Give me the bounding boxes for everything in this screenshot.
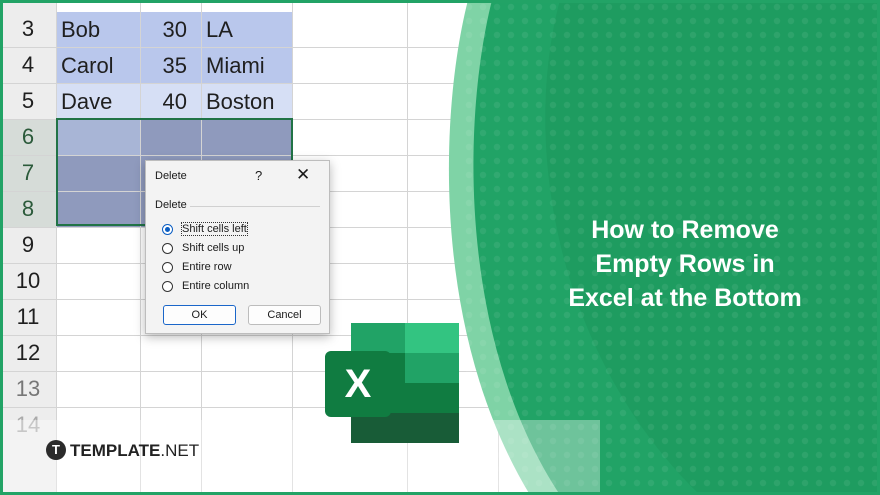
help-icon[interactable]: ?	[255, 168, 262, 183]
cell-name[interactable]: Bob	[57, 12, 140, 47]
excel-letter: X	[345, 362, 372, 406]
brand-suffix: .NET	[160, 441, 200, 460]
row-header-12[interactable]: 12	[0, 335, 56, 371]
row-header-7[interactable]: 7	[0, 155, 56, 191]
row-header-6[interactable]: 6	[0, 119, 56, 155]
cell-age[interactable]: 30	[141, 12, 201, 47]
group-label: Delete	[155, 199, 187, 211]
gridline	[56, 0, 57, 495]
template-logo-icon	[46, 440, 66, 460]
gridline	[0, 83, 620, 84]
row-header-13[interactable]: 13	[0, 371, 56, 407]
radio-selected-icon[interactable]	[162, 224, 173, 235]
radio-icon[interactable]	[162, 262, 173, 273]
brand-text: TEMPLATE.NET	[70, 441, 199, 461]
close-icon[interactable]: ✕	[296, 165, 310, 185]
ok-button[interactable]: OK	[163, 305, 236, 325]
gridline	[0, 47, 620, 48]
gridline	[498, 0, 499, 495]
row-header-14[interactable]: 14	[0, 407, 56, 443]
row-header-9[interactable]: 9	[0, 227, 56, 263]
excel-logo-graphic: X	[325, 323, 459, 443]
cell-name[interactable]: Dave	[57, 84, 140, 119]
cell-city[interactable]: Miami	[202, 48, 292, 83]
cell-city[interactable]: LA	[202, 12, 292, 47]
option-label: Shift cells up	[182, 242, 245, 254]
row-header-10[interactable]: 10	[0, 263, 56, 299]
option-label: Entire column	[182, 280, 250, 292]
row-header-8[interactable]: 8	[0, 191, 56, 227]
brand-name: TEMPLATE	[70, 441, 161, 460]
group-divider	[190, 206, 320, 207]
cell-name[interactable]: Carol	[57, 48, 140, 83]
delete-dialog: Delete ? ✕ Delete Shift cells left Shift…	[145, 160, 330, 334]
cancel-button[interactable]: Cancel	[248, 305, 321, 325]
cell-age[interactable]: 40	[141, 84, 201, 119]
row-header-11[interactable]: 11	[0, 299, 56, 335]
radio-icon[interactable]	[162, 281, 173, 292]
radio-icon[interactable]	[162, 243, 173, 254]
row-header-3[interactable]: 3	[0, 11, 56, 47]
option-label: Entire row	[182, 261, 232, 273]
dialog-title: Delete	[155, 170, 187, 182]
gridline	[0, 371, 620, 372]
cell-city[interactable]: Boston	[202, 84, 292, 119]
gridline	[0, 407, 620, 408]
row-header-5[interactable]: 5	[0, 83, 56, 119]
gridline	[0, 335, 620, 336]
gridline	[140, 0, 141, 495]
excel-icon: X	[325, 323, 459, 443]
row-header-4[interactable]: 4	[0, 47, 56, 83]
option-label: Shift cells left	[181, 222, 248, 236]
cell-age[interactable]: 35	[141, 48, 201, 83]
